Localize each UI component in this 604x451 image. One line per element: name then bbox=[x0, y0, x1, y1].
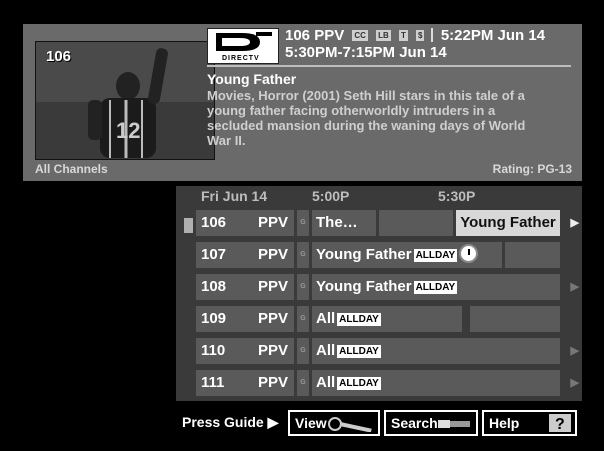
time-slot-2: 5:30P bbox=[438, 188, 476, 204]
program-cell[interactable]: The… bbox=[312, 210, 376, 236]
program-title: Young Father bbox=[316, 246, 412, 263]
rating-marker: G bbox=[297, 210, 309, 236]
channel-number: 111 bbox=[201, 374, 225, 391]
cc-badge: CC bbox=[352, 30, 368, 41]
live-preview: 12 106 bbox=[35, 41, 215, 160]
program-cell[interactable]: All ALLDAY bbox=[312, 370, 560, 396]
flashlight-icon bbox=[438, 420, 470, 428]
program-title: All bbox=[316, 374, 336, 391]
directv-logo: DIRECTV bbox=[207, 28, 279, 64]
guide-row: 108 PPV G Young Father ALLDAY ▶ bbox=[196, 274, 579, 300]
footer-bar: Press Guide ▶ View Search Help ? bbox=[0, 408, 604, 438]
search-button[interactable]: Search bbox=[384, 410, 478, 436]
rating-marker: G bbox=[297, 338, 309, 364]
program-description: Movies, Horror (2001) Seth Hill stars in… bbox=[207, 88, 526, 148]
t-badge: T bbox=[398, 30, 408, 41]
time-slot-1: 5:00P bbox=[312, 188, 350, 204]
program-title: All bbox=[316, 310, 336, 327]
current-time: 5:22PM Jun 14 bbox=[440, 27, 546, 44]
header-divider bbox=[207, 65, 571, 67]
svg-text:?: ? bbox=[555, 416, 565, 432]
guide-scrollbar[interactable] bbox=[184, 218, 193, 233]
allday-badge: ALLDAY bbox=[413, 249, 458, 262]
guide-row: 110 PPV G All ALLDAY ▶ bbox=[196, 338, 579, 364]
program-rating: Rating: PG-13 bbox=[492, 162, 572, 176]
guide-row: 109 PPV G All ALLDAY bbox=[196, 306, 560, 332]
program-guide-grid: Fri Jun 14 5:00P 5:30P 106 PPV G The… Yo… bbox=[176, 186, 582, 401]
press-guide-hint: Press Guide ▶ bbox=[182, 414, 279, 430]
channel-number: 108 bbox=[201, 278, 227, 295]
divider bbox=[430, 28, 433, 42]
program-title: Young Father bbox=[316, 278, 412, 295]
channel-network: PPV bbox=[258, 214, 289, 231]
allday-badge: ALLDAY bbox=[337, 345, 381, 358]
view-label: View bbox=[295, 415, 327, 431]
channel-number: 110 bbox=[201, 342, 226, 359]
program-cell[interactable]: All ALLDAY bbox=[312, 306, 462, 332]
program-title: All bbox=[316, 342, 336, 359]
program-cell[interactable] bbox=[379, 210, 453, 236]
price-badge: $ bbox=[416, 30, 425, 41]
view-button[interactable]: View bbox=[288, 410, 380, 436]
search-label: Search bbox=[391, 415, 438, 431]
channel-number: 106 bbox=[285, 27, 311, 44]
logo-text: DIRECTV bbox=[222, 55, 260, 62]
guide-row: 106 PPV G The… Young Father ▶ bbox=[196, 210, 579, 236]
guide-date: Fri Jun 14 bbox=[201, 188, 268, 204]
program-cell[interactable]: Young Father ALLDAY bbox=[312, 242, 502, 268]
rating-marker: G bbox=[297, 306, 309, 332]
channel-number: 109 bbox=[201, 310, 227, 327]
channel-network: PPV bbox=[258, 374, 289, 391]
rating-marker: G bbox=[297, 370, 309, 396]
channel-cell[interactable]: 107 PPV bbox=[196, 242, 294, 268]
selected-program-cell[interactable]: Young Father bbox=[456, 210, 560, 236]
more-right-arrow-icon: ▶ bbox=[570, 217, 579, 229]
allday-badge: ALLDAY bbox=[337, 377, 381, 390]
help-button[interactable]: Help ? bbox=[482, 410, 577, 436]
clock-icon bbox=[459, 244, 479, 263]
channel-cell[interactable]: 111 PPV bbox=[196, 370, 294, 396]
allday-badge: ALLDAY bbox=[337, 313, 381, 326]
channel-cell[interactable]: 110 PPV bbox=[196, 338, 294, 364]
magnifier-icon bbox=[328, 417, 372, 432]
allday-badge: ALLDAY bbox=[413, 281, 458, 294]
program-cell[interactable] bbox=[470, 306, 560, 332]
svg-text:12: 12 bbox=[116, 118, 140, 143]
rating-marker: G bbox=[297, 274, 309, 300]
channel-cell[interactable]: 108 PPV bbox=[196, 274, 294, 300]
channel-network: PPV bbox=[258, 310, 289, 327]
channel-name: PPV bbox=[314, 27, 345, 44]
channel-cell[interactable]: 109 PPV bbox=[196, 306, 294, 332]
more-right-arrow-icon: ▶ bbox=[570, 377, 579, 389]
program-cell[interactable]: Young Father ALLDAY bbox=[312, 274, 560, 300]
channel-network: PPV bbox=[258, 342, 289, 359]
channel-number: 107 bbox=[201, 246, 227, 263]
program-cell[interactable] bbox=[505, 242, 560, 268]
lb-badge: LB bbox=[376, 30, 391, 41]
program-title: Young Father bbox=[207, 71, 297, 87]
guide-row: 107 PPV G Young Father ALLDAY bbox=[196, 242, 560, 268]
channel-status-line: 106 PPV CC LB T $ 5:22PM Jun 14 bbox=[285, 27, 545, 44]
more-right-arrow-icon: ▶ bbox=[570, 345, 579, 357]
logo-mark-icon bbox=[216, 32, 272, 51]
guide-row: 111 PPV G All ALLDAY ▶ bbox=[196, 370, 579, 396]
channel-network: PPV bbox=[258, 278, 289, 295]
preview-channel: 106 bbox=[46, 48, 72, 65]
more-right-arrow-icon: ▶ bbox=[570, 281, 579, 293]
program-info-panel: 12 106 All Channels DIRECTV 106 PPV CC L… bbox=[23, 24, 582, 181]
program-time-range: 5:30PM-7:15PM Jun 14 bbox=[285, 44, 447, 61]
channel-cell[interactable]: 106 PPV bbox=[196, 210, 294, 236]
help-label: Help bbox=[489, 415, 520, 431]
rating-marker: G bbox=[297, 242, 309, 268]
channel-number: 106 bbox=[201, 214, 227, 231]
question-mark-icon: ? bbox=[549, 414, 571, 432]
program-cell[interactable]: All ALLDAY bbox=[312, 338, 560, 364]
channel-filter-label: All Channels bbox=[35, 162, 108, 176]
channel-network: PPV bbox=[258, 246, 289, 263]
